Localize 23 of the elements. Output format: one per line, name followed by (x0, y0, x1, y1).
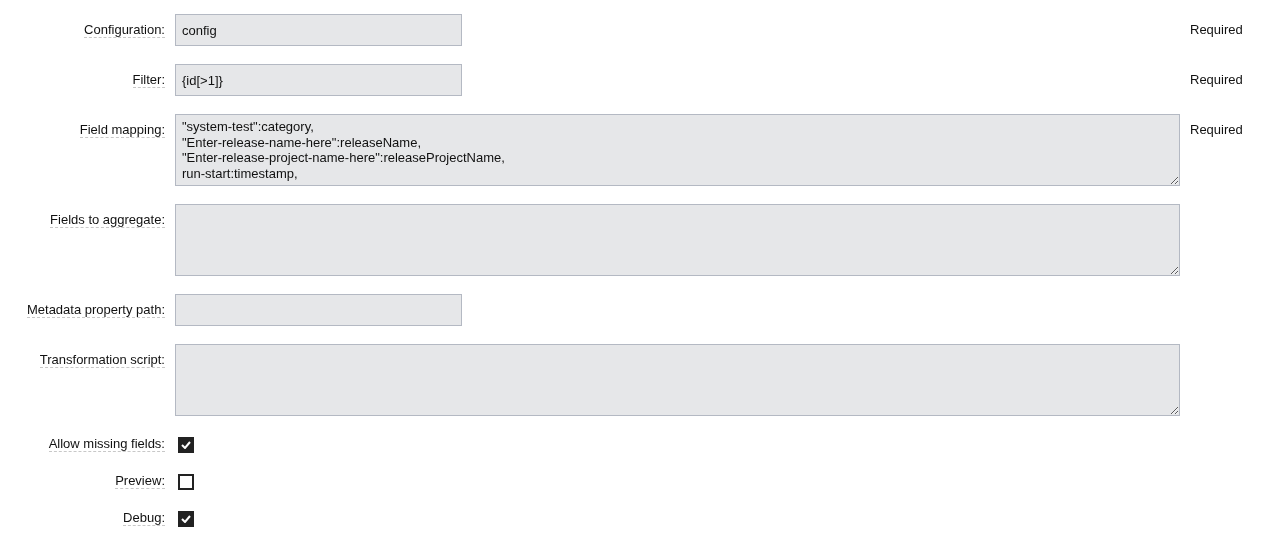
text-input-field[interactable]: {id[>1]} (175, 64, 462, 96)
checkbox[interactable] (178, 474, 194, 490)
checkbox[interactable] (178, 511, 194, 527)
field-label: Transformation script: (39, 352, 165, 368)
required-note: Required (1190, 71, 1244, 87)
text-area-field[interactable] (175, 344, 1180, 416)
field-label: Field mapping: (79, 122, 165, 138)
text-input-field[interactable]: config (175, 14, 462, 46)
text-area-field[interactable] (175, 204, 1180, 276)
field-label: Allow missing fields: (48, 436, 165, 452)
field-label: Filter: (132, 72, 165, 88)
text-input-field[interactable] (175, 294, 462, 326)
field-label: Preview: (115, 473, 165, 489)
check-icon (181, 515, 191, 523)
check-icon (181, 441, 191, 449)
required-note: Required (1190, 21, 1244, 37)
required-note: Required (1190, 121, 1244, 137)
checkbox[interactable] (178, 437, 194, 453)
field-label: Metadata property path: (26, 302, 165, 318)
text-area-field[interactable]: "system-test":category, "Enter-release-name-here":releaseName, "Enter-release-project-name-here":releaseProjectName, run-start:timestamp, (175, 114, 1180, 186)
field-label: Fields to aggregate: (50, 212, 165, 228)
field-label: Debug: (123, 510, 165, 526)
field-label: Configuration: (84, 22, 165, 38)
